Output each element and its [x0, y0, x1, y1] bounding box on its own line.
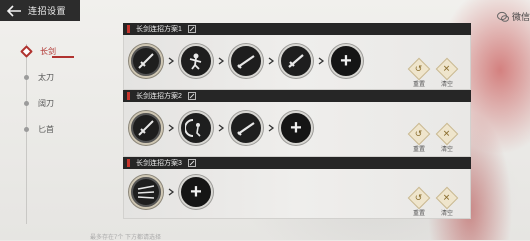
arrow-right-icon: [268, 124, 275, 132]
clear-button[interactable]: ✕ 清空: [435, 57, 459, 88]
clear-button[interactable]: ✕ 清空: [435, 186, 459, 217]
panel-header: 长剑连招方案3: [123, 157, 471, 169]
reset-icon: ↺: [407, 186, 431, 210]
skill-slot[interactable]: [279, 44, 313, 78]
panel-title: 长剑连招方案1: [136, 26, 182, 33]
trash-icon: ✕: [435, 57, 459, 81]
panel-mark: [127, 159, 130, 167]
arrow-right-icon: [168, 188, 175, 196]
arrow-right-icon: [268, 57, 275, 65]
dot-icon: [24, 126, 29, 132]
add-skill-button[interactable]: +: [279, 111, 313, 145]
clear-label: 清空: [440, 147, 453, 153]
arrow-right-icon: [318, 57, 325, 65]
page-title: 连招设置: [28, 6, 67, 16]
sidebar-item-long-sword[interactable]: 长剑: [20, 38, 92, 64]
skill-slot[interactable]: [179, 111, 213, 145]
panel-mark: [127, 92, 130, 100]
dot-icon: [24, 74, 29, 80]
combo-panel-3: 长剑连招方案3 + ↺ 重置 ✕ 清空: [123, 157, 471, 219]
header-bar: 连招设置: [0, 0, 80, 21]
skill-slot-start[interactable]: [129, 44, 163, 78]
edit-icon[interactable]: [188, 25, 196, 33]
sword-slash-icon: [138, 120, 154, 136]
sidebar-item-label: 长剑: [40, 46, 56, 56]
corner-label: 微信: [511, 12, 530, 22]
active-marker-icon: [20, 44, 33, 58]
edit-icon[interactable]: [188, 159, 196, 167]
edit-icon[interactable]: [188, 92, 196, 100]
arrow-right-icon: [218, 124, 225, 132]
reset-label: 重置: [412, 147, 425, 153]
reset-button[interactable]: ↺ 重置: [407, 186, 431, 217]
combo-row: +: [129, 44, 363, 78]
sidebar-item-label: 阔刀: [38, 98, 54, 108]
swordsman-stance-icon: [189, 53, 202, 70]
sidebar-item-dagger[interactable]: 匕首: [22, 116, 92, 142]
trash-icon: ✕: [435, 122, 459, 146]
reset-icon: ↺: [407, 122, 431, 146]
skill-slot[interactable]: [229, 44, 263, 78]
sword-thrust-icon: [237, 122, 255, 136]
panel-body: + ↺ 重置 ✕ 清空: [123, 102, 471, 157]
panel-mark: [127, 25, 130, 33]
panel-body: + ↺ 重置 ✕ 清空: [123, 35, 471, 90]
reset-label: 重置: [412, 211, 425, 217]
skill-slot[interactable]: [179, 44, 213, 78]
skill-slot[interactable]: [229, 111, 263, 145]
clear-button[interactable]: ✕ 清空: [435, 122, 459, 153]
combo-panel-1: 长剑连招方案1 + ↺ 重置 ✕ 清空: [123, 23, 471, 90]
panel-header: 长剑连招方案1: [123, 23, 471, 35]
dot-icon: [24, 100, 29, 106]
arrow-right-icon: [168, 124, 175, 132]
weapon-sidebar: 长剑 太刀 阔刀 匕首: [20, 38, 92, 224]
sidebar-item-broadsword[interactable]: 阔刀: [22, 90, 92, 116]
reset-button[interactable]: ↺ 重置: [407, 57, 431, 88]
crescent-slash-icon: [185, 119, 201, 137]
back-arrow-icon[interactable]: [6, 4, 22, 17]
panel-body: + ↺ 重置 ✕ 清空: [123, 169, 471, 219]
arrow-right-icon: [168, 57, 175, 65]
panel-title: 长剑连招方案2: [136, 93, 182, 100]
wechat-icon: [496, 11, 509, 22]
sword-slash-icon: [138, 53, 154, 69]
sidebar-item-label: 太刀: [38, 72, 54, 82]
clear-label: 清空: [440, 211, 453, 217]
combo-row: +: [129, 175, 213, 209]
reset-icon: ↺: [407, 57, 431, 81]
skill-slot-start[interactable]: [129, 111, 163, 145]
add-skill-button[interactable]: +: [179, 175, 213, 209]
combo-panel-2: 长剑连招方案2 + ↺ 重置 ✕ 清空: [123, 90, 471, 157]
sidebar-item-katana[interactable]: 太刀: [22, 64, 92, 90]
sword-slash-icon: [288, 54, 304, 68]
panel-title: 长剑连招方案3: [136, 160, 182, 167]
corner-watermark: 微信: [496, 10, 530, 23]
arrow-right-icon: [218, 57, 225, 65]
combo-row: +: [129, 111, 313, 145]
skill-slot-start[interactable]: [129, 175, 163, 209]
trash-icon: ✕: [435, 186, 459, 210]
sidebar-item-label: 匕首: [38, 124, 54, 134]
sword-thrust-icon: [237, 55, 255, 69]
add-skill-button[interactable]: +: [329, 44, 363, 78]
panel-header: 长剑连招方案2: [123, 90, 471, 102]
triple-blade-icon: [137, 185, 155, 199]
reset-label: 重置: [412, 82, 425, 88]
clear-label: 清空: [440, 82, 453, 88]
reset-button[interactable]: ↺ 重置: [407, 122, 431, 153]
